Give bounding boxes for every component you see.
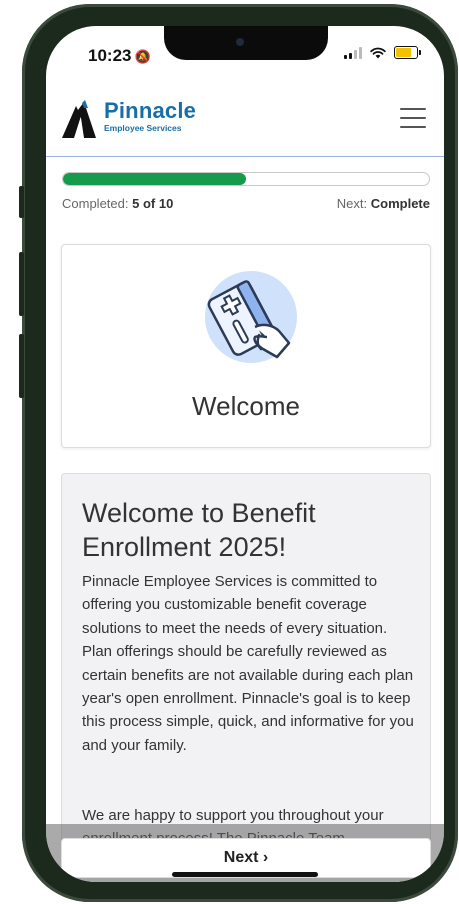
brand-subtitle: Employee Services xyxy=(104,123,182,133)
brand-logo[interactable]: Pinnacle Employee Services xyxy=(62,100,196,138)
hand-holding-insurance-card-icon xyxy=(205,271,297,363)
welcome-card: Welcome xyxy=(61,244,431,448)
status-time: 10:23 🔕 xyxy=(88,46,151,66)
progress-fill xyxy=(63,173,246,185)
app-header: Pinnacle Employee Services xyxy=(46,96,444,157)
cellular-signal-icon xyxy=(344,46,362,59)
welcome-title: Welcome xyxy=(192,391,300,421)
status-icons xyxy=(344,46,421,59)
enrollment-progress-bar xyxy=(62,172,430,186)
next-prefix: Next: xyxy=(336,196,368,211)
home-indicator[interactable] xyxy=(172,872,318,877)
completed-status: Completed: 5 of 10 xyxy=(62,196,173,211)
completed-prefix: Completed: xyxy=(62,196,129,211)
volume-up-button xyxy=(19,252,24,316)
silent-switch xyxy=(19,186,24,218)
intro-paragraph-1: Pinnacle Employee Services is committed … xyxy=(82,573,414,754)
completed-value: 5 of 10 xyxy=(132,196,174,211)
hamburger-menu-icon[interactable] xyxy=(400,108,426,128)
intro-heading: Welcome to Benefit Enrollment 2025! xyxy=(82,498,316,562)
wifi-icon xyxy=(370,47,386,58)
battery-icon xyxy=(394,46,421,59)
time-label: 10:23 xyxy=(88,46,132,65)
notch xyxy=(164,26,328,60)
bell-slash-icon: 🔕 xyxy=(134,49,151,64)
volume-down-button xyxy=(19,334,24,398)
next-step-status: Next: Complete xyxy=(337,196,430,211)
mountain-logo-icon xyxy=(62,100,96,138)
intro-card: Welcome to Benefit Enrollment 2025! Pinn… xyxy=(61,473,431,882)
next-value: Complete xyxy=(370,196,430,211)
front-camera xyxy=(236,38,244,46)
app-screen: 10:23 🔕 Pinnacle Employee Services Compl… xyxy=(46,26,444,882)
brand-name: Pinnacle xyxy=(104,98,197,123)
